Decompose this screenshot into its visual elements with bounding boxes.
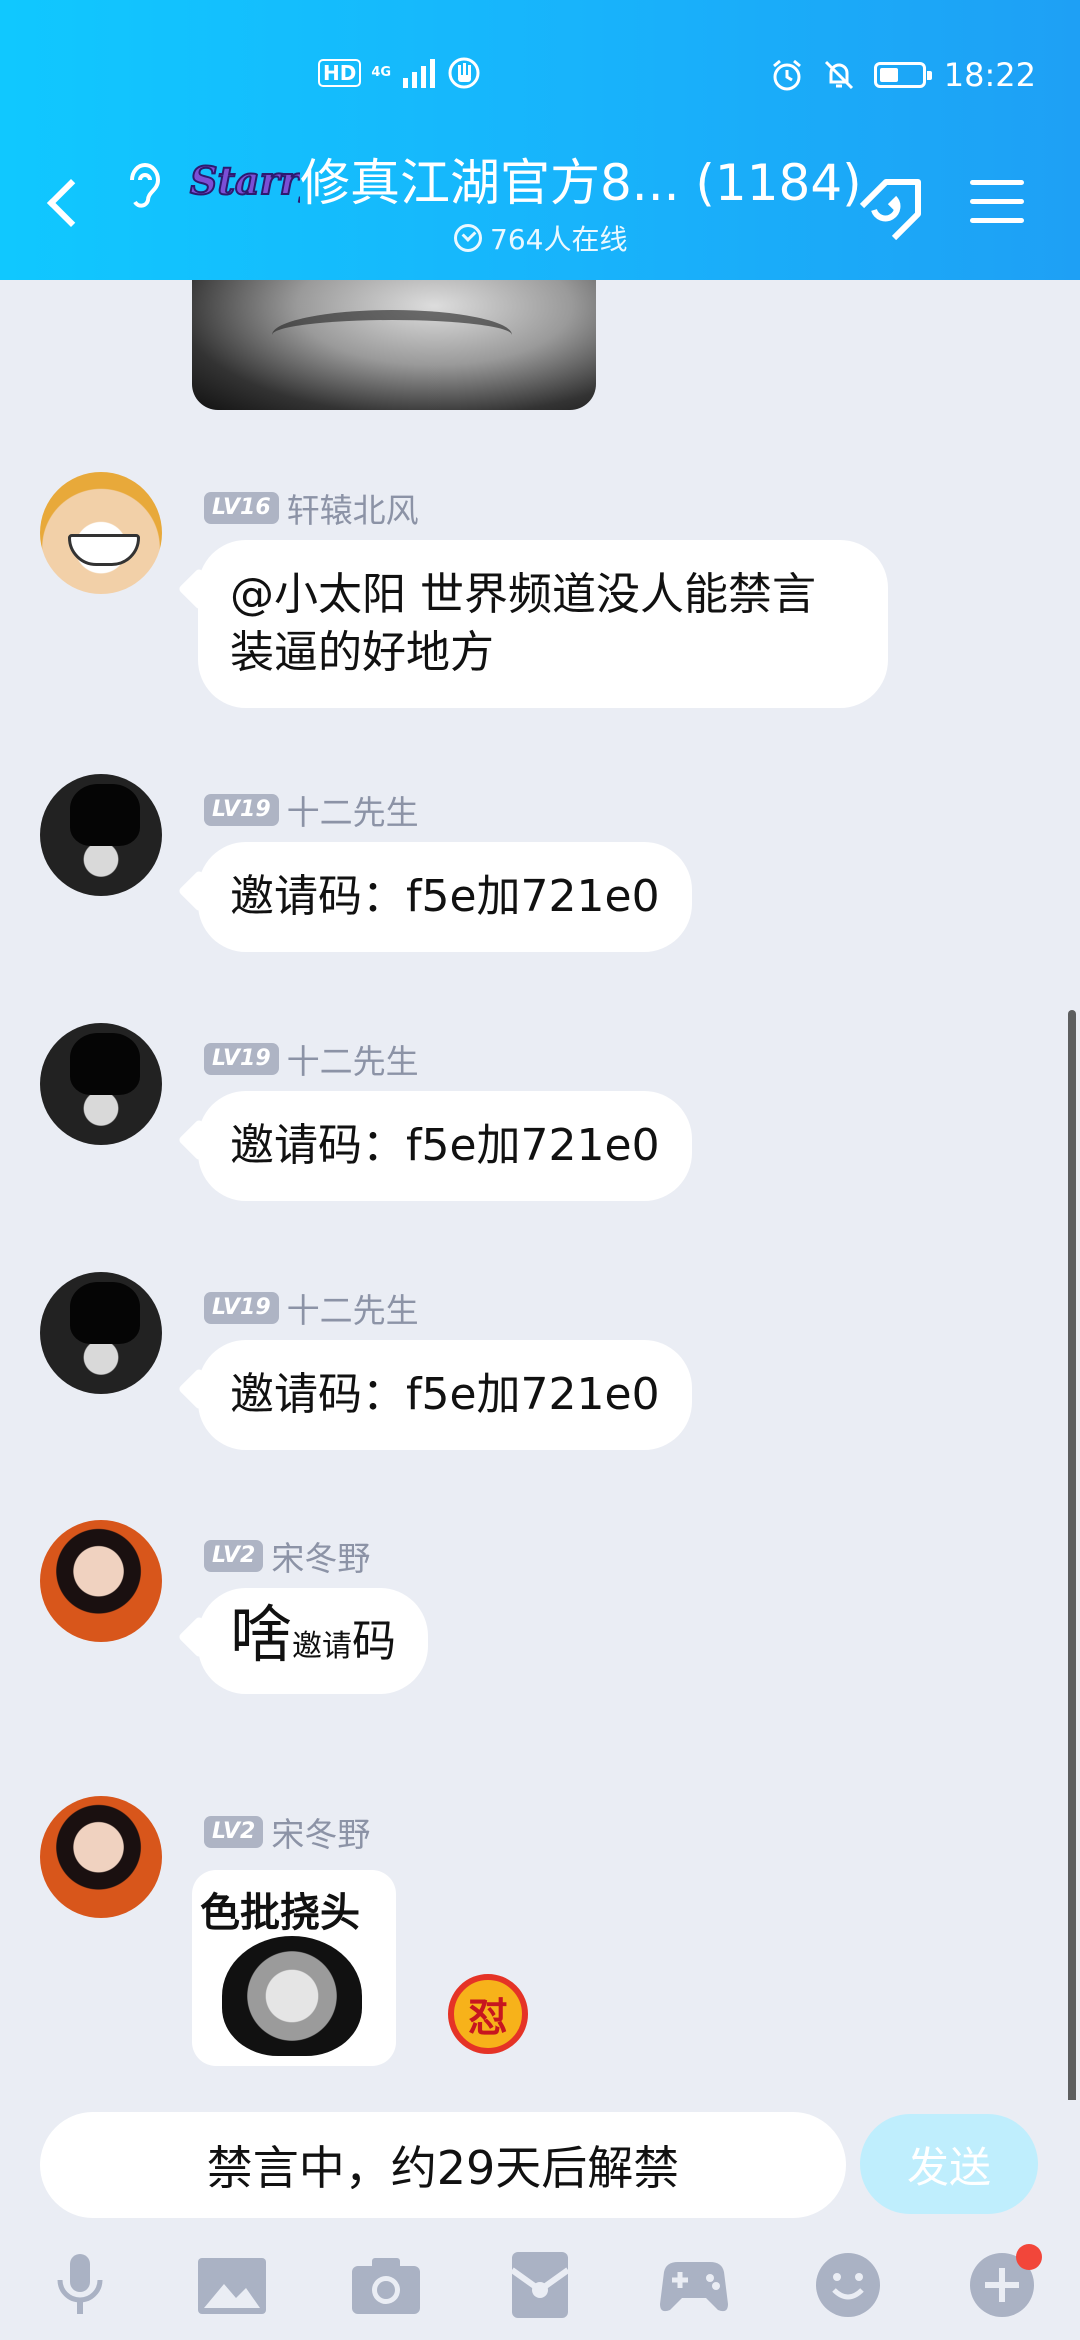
network-status: HD 4G bbox=[318, 56, 481, 90]
red-packet-icon[interactable] bbox=[502, 2250, 578, 2320]
online-count[interactable]: 764人在线 bbox=[454, 218, 627, 258]
message-text-large: 啥 bbox=[230, 1598, 293, 1671]
sticker-message[interactable]: 色批挠头 bbox=[192, 1870, 396, 2066]
sender-name[interactable]: 宋冬野 bbox=[271, 1808, 370, 1856]
battery-icon bbox=[873, 62, 932, 88]
sender-meta: LV16 轩辕北风 bbox=[204, 484, 419, 532]
message-bubble[interactable]: 邀请码：f5e加721e0 bbox=[198, 842, 692, 952]
online-text: 764人在线 bbox=[490, 223, 628, 256]
chat-area[interactable]: LV16 轩辕北风 @小太阳 世界频道没人能禁言装逼的好地方 LV19 十二先生… bbox=[0, 280, 1080, 2100]
gamepad-icon[interactable] bbox=[656, 2250, 732, 2320]
send-button[interactable]: 发送 bbox=[860, 2114, 1038, 2214]
group-logo: Starry bbox=[189, 157, 300, 204]
back-button[interactable] bbox=[40, 168, 84, 238]
message-bubble[interactable]: 邀请码：f5e加721e0 bbox=[198, 1340, 692, 1450]
checkin-icon[interactable] bbox=[852, 170, 928, 240]
message-bubble[interactable]: @小太阳 世界频道没人能禁言装逼的好地方 bbox=[198, 540, 888, 708]
status-time: 18:22 bbox=[943, 56, 1036, 94]
sender-name[interactable]: 宋冬野 bbox=[271, 1532, 370, 1580]
sender-meta: LV2 宋冬野 bbox=[204, 1532, 370, 1580]
sticker-caption: 色批挠头 bbox=[200, 1890, 360, 1936]
hand-icon bbox=[448, 57, 480, 89]
level-badge: LV19 bbox=[204, 1292, 279, 1324]
ear-icon[interactable] bbox=[122, 158, 166, 214]
microphone-icon[interactable] bbox=[42, 2250, 118, 2320]
emoji-icon[interactable] bbox=[810, 2250, 886, 2320]
message-text-small: 邀请 bbox=[292, 1629, 353, 1664]
network-type: 4G bbox=[371, 65, 392, 80]
status-bar: HD 4G 18:22 bbox=[0, 56, 1080, 100]
avatar[interactable] bbox=[40, 1272, 162, 1394]
online-check-icon bbox=[454, 224, 482, 252]
input-toolbar bbox=[0, 2236, 1080, 2336]
alarm-icon bbox=[772, 59, 801, 91]
menu-icon[interactable] bbox=[970, 180, 1024, 226]
sender-meta: LV2 宋冬野 bbox=[204, 1808, 370, 1856]
notification-dot bbox=[1016, 2244, 1042, 2270]
battery-level bbox=[879, 68, 898, 82]
image-icon[interactable] bbox=[194, 2250, 270, 2320]
level-badge: LV19 bbox=[204, 794, 279, 826]
sender-meta: LV19 十二先生 bbox=[204, 1284, 419, 1332]
level-badge: LV16 bbox=[204, 492, 279, 524]
level-badge: LV2 bbox=[204, 1540, 264, 1572]
meme-face-icon bbox=[222, 1936, 362, 2056]
avatar[interactable] bbox=[40, 1796, 162, 1918]
mute-icon bbox=[824, 60, 853, 90]
reaction-badge-icon[interactable]: 怼 bbox=[448, 1974, 528, 2054]
image-message[interactable] bbox=[192, 280, 596, 410]
message-input-muted[interactable]: 禁言中，约29天后解禁 bbox=[40, 2112, 846, 2218]
message-text: 码 bbox=[352, 1616, 397, 1667]
svg-text:Starry: Starry bbox=[190, 158, 300, 203]
system-status: 18:22 bbox=[770, 56, 1036, 94]
sender-name[interactable]: 十二先生 bbox=[287, 786, 419, 834]
level-badge: LV19 bbox=[204, 1043, 279, 1075]
avatar[interactable] bbox=[40, 1023, 162, 1145]
message-bubble[interactable]: 邀请码：f5e加721e0 bbox=[198, 1091, 692, 1201]
sender-meta: LV19 十二先生 bbox=[204, 1035, 419, 1083]
sender-name[interactable]: 轩辕北风 bbox=[287, 484, 419, 532]
hd-indicator: HD bbox=[318, 59, 362, 87]
sender-meta: LV19 十二先生 bbox=[204, 786, 419, 834]
sender-name[interactable]: 十二先生 bbox=[287, 1035, 419, 1083]
group-title[interactable]: 修真江湖官方8... (1184) bbox=[300, 150, 862, 216]
avatar[interactable] bbox=[40, 774, 162, 896]
camera-icon[interactable] bbox=[348, 2250, 424, 2320]
title-bar: HD 4G 18:22 Starr 修真江湖官方8... (1184) 764人… bbox=[0, 0, 1080, 280]
message-bubble[interactable]: 啥邀请码 bbox=[198, 1588, 429, 1694]
sender-name[interactable]: 十二先生 bbox=[287, 1284, 419, 1332]
avatar[interactable] bbox=[40, 472, 162, 594]
avatar[interactable] bbox=[40, 1520, 162, 1642]
level-badge: LV2 bbox=[204, 1816, 264, 1848]
plus-icon[interactable] bbox=[964, 2244, 1042, 2320]
scrollbar[interactable] bbox=[1068, 1010, 1076, 2100]
signal-icon bbox=[403, 59, 436, 88]
